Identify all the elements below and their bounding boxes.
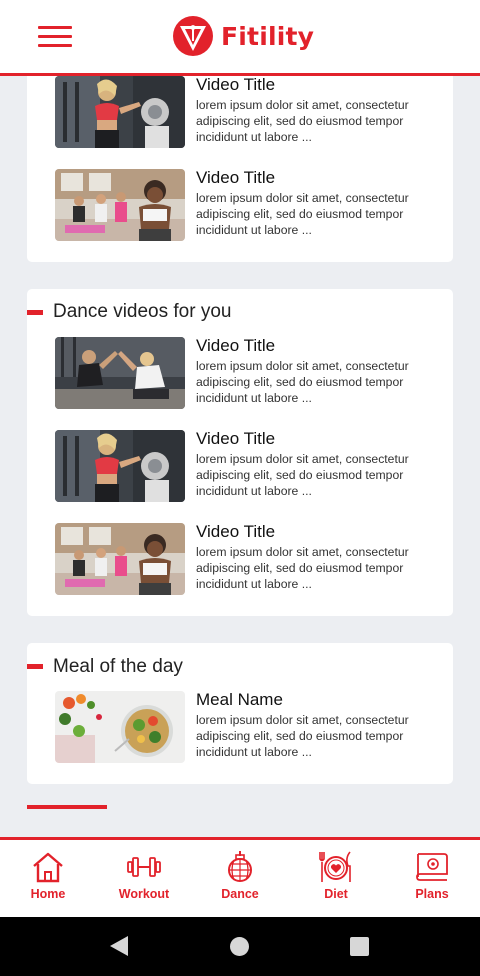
video-list-item[interactable]: Video Title lorem ipsum dolor sit amet, … bbox=[55, 168, 435, 241]
video-description: lorem ipsum dolor sit amet, consectetur … bbox=[196, 98, 409, 144]
plate-heart-icon bbox=[319, 851, 351, 882]
home-icon bbox=[33, 852, 63, 883]
back-icon[interactable] bbox=[110, 936, 128, 956]
video-thumbnail[interactable] bbox=[55, 337, 185, 409]
nav-label: Home bbox=[30, 887, 66, 901]
yoga-class-thumbnail bbox=[55, 169, 185, 241]
dumbbell-icon bbox=[127, 857, 161, 877]
video-description: lorem ipsum dolor sit amet, consectetur … bbox=[196, 191, 409, 237]
video-list-item[interactable]: Video Title lorem ipsum dolor sit amet, … bbox=[55, 76, 435, 148]
video-list-item[interactable]: Video Title lorem ipsum dolor sit amet, … bbox=[55, 522, 435, 595]
nav-workout[interactable]: Workout bbox=[96, 840, 192, 917]
disco-ball-icon bbox=[228, 851, 252, 882]
nav-home[interactable]: Home bbox=[0, 840, 96, 917]
meal-thumbnail[interactable] bbox=[55, 691, 185, 763]
video-title: Video Title bbox=[196, 522, 276, 541]
app-logo[interactable]: Fitility bbox=[172, 15, 314, 57]
meal-description: lorem ipsum dolor sit amet, consectetur … bbox=[196, 713, 409, 759]
video-title: Video Title bbox=[196, 429, 276, 448]
home-button-icon[interactable] bbox=[230, 937, 249, 956]
video-thumbnail[interactable] bbox=[55, 169, 185, 241]
video-title: Video Title bbox=[196, 336, 276, 355]
menu-button[interactable] bbox=[38, 26, 72, 50]
meal-list-item[interactable]: Meal Name lorem ipsum dolor sit amet, co… bbox=[55, 690, 435, 763]
meal-title: Meal Name bbox=[196, 690, 283, 709]
video-list-item[interactable]: Video Title lorem ipsum dolor sit amet, … bbox=[55, 429, 435, 502]
video-thumbnail[interactable] bbox=[55, 430, 185, 502]
hamburger-line bbox=[38, 44, 72, 47]
dance-videos-card: Dance videos for you Video Title lorem i… bbox=[27, 289, 453, 616]
hamburger-line bbox=[38, 35, 72, 38]
video-card: Video Title lorem ipsum dolor sit amet, … bbox=[27, 76, 453, 262]
video-thumbnail[interactable] bbox=[55, 523, 185, 595]
gym-woman-thumbnail bbox=[55, 76, 185, 148]
nav-plans[interactable]: Plans bbox=[384, 840, 480, 917]
nav-label: Workout bbox=[118, 887, 170, 901]
video-description: lorem ipsum dolor sit amet, consectetur … bbox=[196, 359, 409, 405]
section-title: Meal of the day bbox=[53, 656, 183, 677]
video-title: Video Title bbox=[196, 76, 276, 94]
system-navigation-bar bbox=[0, 917, 480, 976]
bottom-navigation: Home Workout Dance Diet Plans bbox=[0, 837, 480, 917]
content-scroll[interactable]: Video Title lorem ipsum dolor sit amet, … bbox=[0, 76, 480, 837]
video-title: Video Title bbox=[196, 168, 276, 187]
nav-label: Diet bbox=[324, 887, 348, 901]
video-list-item[interactable]: Video Title lorem ipsum dolor sit amet, … bbox=[55, 336, 435, 409]
plan-scroll-icon bbox=[416, 853, 448, 881]
nav-label: Dance bbox=[221, 887, 259, 901]
logo-icon bbox=[173, 16, 213, 56]
salad-thumbnail bbox=[55, 691, 185, 763]
nav-dance[interactable]: Dance bbox=[192, 840, 288, 917]
gym-woman-thumbnail bbox=[55, 430, 185, 502]
hamburger-line bbox=[38, 26, 72, 29]
app-name: Fitility bbox=[221, 21, 315, 51]
section-title: Dance videos for you bbox=[53, 301, 232, 322]
nav-diet[interactable]: Diet bbox=[288, 840, 384, 917]
meal-of-the-day-card: Meal of the day Meal Name lorem ipsum do… bbox=[27, 643, 453, 784]
section-marker bbox=[27, 310, 43, 315]
high-five-thumbnail bbox=[55, 337, 185, 409]
recent-apps-icon[interactable] bbox=[350, 937, 369, 956]
scroll-indicator bbox=[27, 805, 107, 809]
video-description: lorem ipsum dolor sit amet, consectetur … bbox=[196, 545, 409, 591]
video-thumbnail[interactable] bbox=[55, 76, 185, 148]
section-marker bbox=[27, 664, 43, 669]
app-header: Fitility bbox=[0, 0, 480, 76]
video-description: lorem ipsum dolor sit amet, consectetur … bbox=[196, 452, 409, 498]
yoga-class-thumbnail bbox=[55, 523, 185, 595]
nav-label: Plans bbox=[415, 887, 449, 901]
